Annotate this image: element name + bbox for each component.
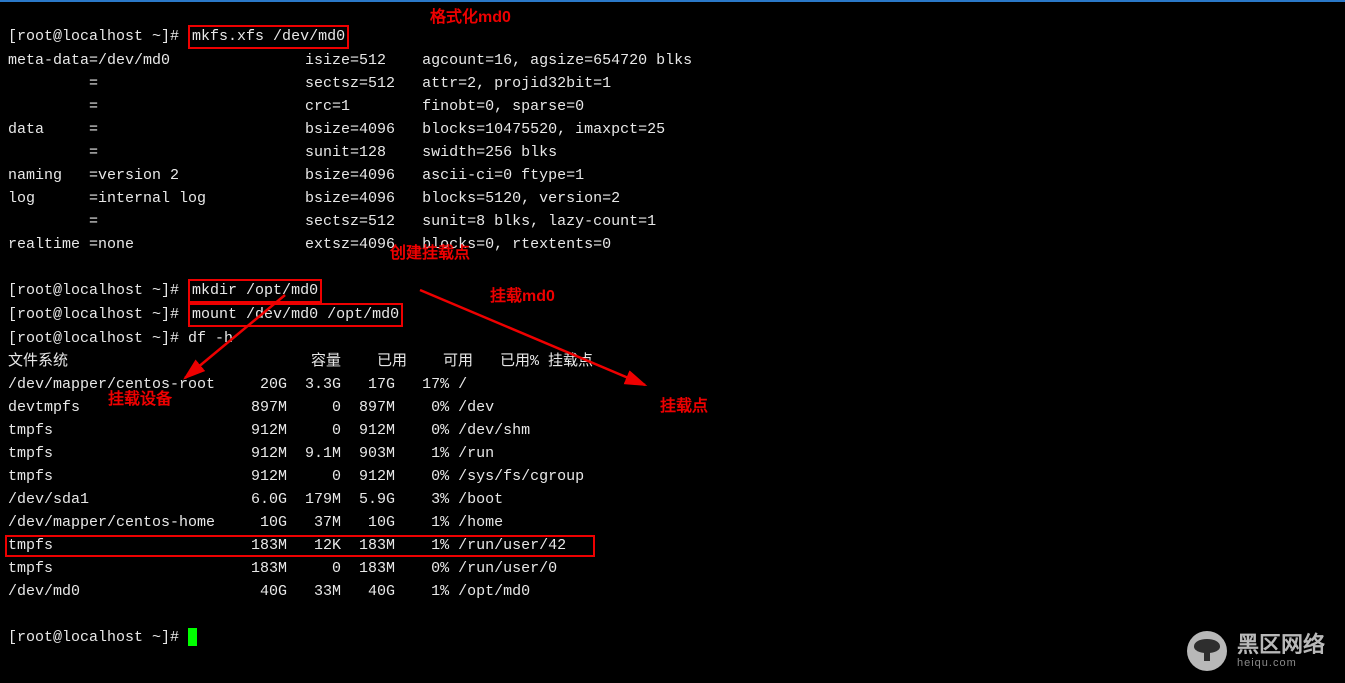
annotation-format: 格式化md0 [430,6,511,29]
annotation-mount-device: 挂载设备 [108,388,172,411]
annotation-mount-md0: 挂载md0 [490,285,555,308]
df-output-block: 文件系统 容量 已用 可用 已用% 挂载点 /dev/mapper/centos… [8,350,1345,603]
watermark-sub: heiqu.com [1237,657,1325,669]
annotation-create-mountpoint: 创建挂载点 [390,242,470,265]
mkfs-output-block: meta-data=/dev/md0 isize=512 agcount=16,… [8,49,1345,256]
highlight-md0-row [5,535,595,557]
watermark: 黑区网络 heiqu.com [1187,631,1325,671]
cursor-icon [188,628,197,646]
mkfs-command: mkfs.xfs /dev/md0 [188,25,349,49]
annotation-mount-point: 挂载点 [660,395,708,418]
prompt: [root@localhost ~]# [8,28,179,45]
prompt: [root@localhost ~]# [8,629,179,646]
prompt: [root@localhost ~]# [8,330,179,347]
mount-command: mount /dev/md0 /opt/md0 [188,303,403,327]
watermark-logo-icon [1187,631,1227,671]
mkdir-command: mkdir /opt/md0 [188,279,322,303]
prompt: [root@localhost ~]# [8,282,179,299]
df-command: df -h [188,330,233,347]
prompt: [root@localhost ~]# [8,306,179,323]
watermark-title: 黑区网络 [1237,633,1325,657]
